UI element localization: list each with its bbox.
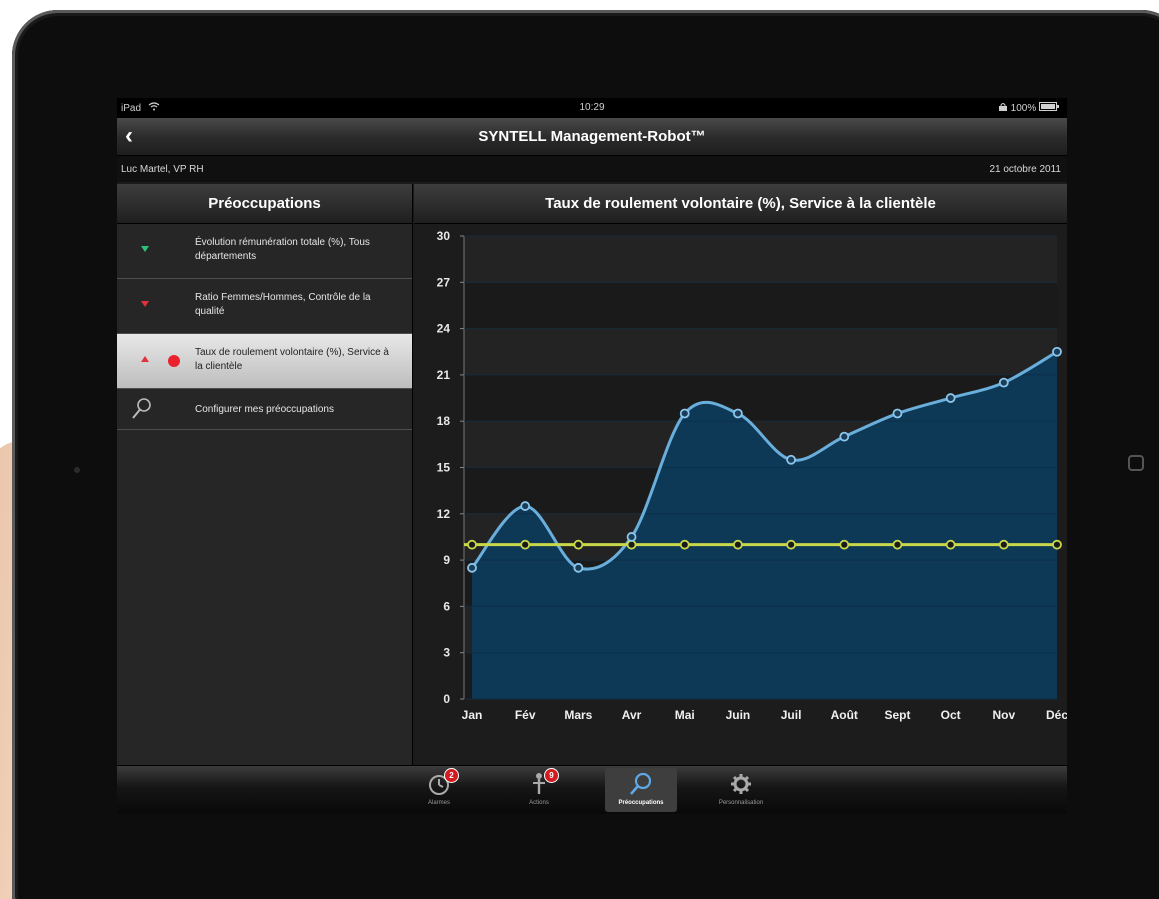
- target-point: [573, 539, 584, 550]
- sidebar-item-ratio[interactable]: Ratio Femmes/Hommes, Contrôle de la qual…: [117, 279, 412, 334]
- status-battery: 100%: [998, 102, 1059, 114]
- trend-down-icon: [141, 301, 149, 307]
- y-tick-label: 9: [443, 553, 450, 567]
- tab-label: Alarmes: [427, 800, 450, 806]
- data-point: [998, 377, 1009, 388]
- data-point: [733, 408, 743, 419]
- chart-title: Taux de roulement volontaire (%), Servic…: [414, 184, 1067, 224]
- x-tick-label: Jan: [462, 708, 483, 722]
- turnover-chart: 0 3 6 9 12 15 18 21 24 27 30 Jan Fév Mars Avr Mai Juin Ju…: [437, 229, 1067, 722]
- target-point: [786, 539, 796, 550]
- sidebar-item-configure[interactable]: Configurer mes préoccupations: [117, 389, 412, 430]
- sidebar-item-label: Ratio Femmes/Hommes, Contrôle de la qual…: [195, 292, 371, 317]
- nav-bar: ‹ SYNTELL Management-Robot™: [117, 118, 1067, 156]
- tab-preoccupations[interactable]: Préoccupations: [605, 768, 677, 812]
- tab-label: Préoccupations: [618, 800, 664, 806]
- sidebar: Préoccupations Évolution rémunération to…: [117, 184, 413, 765]
- data-point: [573, 562, 584, 573]
- status-time: 10:29: [579, 102, 605, 113]
- data-point: [1052, 346, 1062, 357]
- grid-band: [464, 282, 1057, 329]
- target-point: [839, 539, 850, 550]
- info-bar: Luc Martel, VP RH 21 octobre 2011: [117, 156, 1067, 182]
- trend-up-icon: [141, 356, 149, 362]
- x-tick-label: Juin: [726, 708, 751, 722]
- sidebar-item-roulement[interactable]: Taux de roulement volontaire (%), Servic…: [117, 334, 412, 389]
- battery-percent: 100%: [1010, 103, 1037, 114]
- target-point: [520, 539, 531, 550]
- home-button[interactable]: [1128, 455, 1144, 471]
- target-point: [626, 539, 637, 550]
- configure-label: Configurer mes préoccupations: [195, 404, 334, 415]
- tab-actions[interactable]: 9 Actions: [503, 768, 575, 812]
- target-point: [945, 539, 956, 550]
- y-tick-label: 6: [443, 599, 450, 613]
- target-point: [733, 539, 743, 550]
- tab-label: Personnalisation: [718, 800, 764, 806]
- x-tick-label: Mars: [564, 708, 592, 722]
- x-tick-label: Déc: [1046, 708, 1067, 722]
- data-point: [786, 454, 796, 465]
- sidebar-item-label: Évolution rémunération totale (%), Tous …: [195, 237, 370, 262]
- y-tick-label: 0: [443, 692, 450, 706]
- app-screen: iPad 10:29 100% ‹ SYNTELL Management-Rob…: [117, 98, 1067, 814]
- grid-band: [464, 328, 1057, 375]
- gear-icon: [731, 774, 751, 794]
- y-tick-label: 18: [437, 414, 451, 428]
- report-date: 21 octobre 2011: [989, 164, 1061, 175]
- tab-label: Actions: [529, 800, 549, 806]
- x-tick-label: Oct: [941, 708, 961, 722]
- x-tick-label: Mai: [675, 708, 695, 722]
- target-point: [892, 539, 903, 550]
- data-point: [520, 501, 531, 511]
- x-tick-label: Fév: [515, 708, 536, 722]
- data-point: [892, 408, 903, 419]
- app-title: SYNTELL Management-Robot™: [478, 128, 706, 145]
- battery-icon: [1039, 102, 1059, 111]
- target-point: [467, 539, 477, 550]
- magnifier-icon: [132, 398, 151, 419]
- alarm-badge: 2: [445, 769, 458, 782]
- sidebar-item-label: Taux de roulement volontaire (%), Servic…: [195, 347, 389, 372]
- x-tick-label: Avr: [622, 708, 642, 722]
- data-point: [679, 408, 690, 419]
- target-point: [998, 539, 1009, 550]
- x-tick-label: Sept: [884, 708, 910, 722]
- y-tick-label: 27: [437, 275, 451, 289]
- target-point: [1052, 539, 1062, 550]
- grid-band: [464, 236, 1057, 283]
- x-tick-label: Août: [831, 708, 858, 722]
- data-point: [945, 393, 956, 403]
- x-tick-label: Juil: [781, 708, 802, 722]
- target-point: [679, 539, 690, 550]
- y-tick-label: 15: [437, 461, 451, 475]
- tab-personnalisation[interactable]: Personnalisation: [705, 768, 777, 812]
- y-tick-label: 3: [443, 646, 450, 660]
- trend-down-icon: [141, 246, 149, 252]
- y-tick-label: 21: [437, 368, 451, 382]
- status-bar: iPad 10:29 100%: [117, 98, 1067, 118]
- data-point: [626, 532, 637, 542]
- sidebar-title: Préoccupations: [117, 184, 412, 224]
- sidebar-item-remuneration[interactable]: Évolution rémunération totale (%), Tous …: [117, 224, 412, 279]
- actions-badge: 9: [545, 769, 558, 782]
- data-point: [467, 562, 477, 573]
- x-tick-label: Nov: [992, 708, 1015, 722]
- camera: [74, 467, 80, 473]
- y-tick-label: 12: [437, 507, 451, 521]
- y-tick-label: 24: [437, 322, 451, 336]
- chart-panel: Taux de roulement volontaire (%), Servic…: [414, 184, 1067, 765]
- lock-icon: [998, 103, 1007, 111]
- tab-alarmes[interactable]: 2 Alarmes: [403, 768, 475, 812]
- y-tick-label: 30: [437, 229, 451, 243]
- data-point: [839, 431, 850, 442]
- alert-dot-icon: [168, 355, 180, 367]
- tab-bar: 2 Alarmes 9 Actions Préoccupations Perso…: [117, 765, 1067, 814]
- magnifier-icon: [630, 772, 652, 795]
- user-name: Luc Martel, VP RH: [121, 164, 204, 175]
